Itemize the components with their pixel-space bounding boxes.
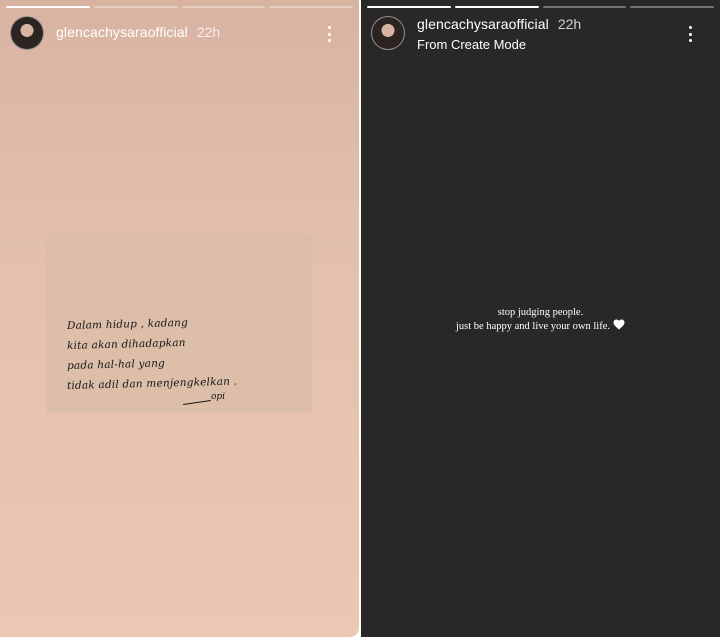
- story-caption: stop judging people. just be happy and l…: [361, 306, 720, 333]
- progress-segment: [6, 6, 90, 8]
- note-line: kita akan dihadapkan: [66, 336, 186, 352]
- white-heart-icon: [613, 319, 625, 330]
- story-meta: glencachysaraofficial 22h: [56, 16, 220, 41]
- note-line: tidak adil dan menjengkelkan .: [66, 375, 238, 392]
- username[interactable]: glencachysaraofficial: [56, 24, 188, 41]
- progress-segment: [181, 6, 266, 8]
- progress-segment: [269, 6, 353, 8]
- note-line: Dalam hidup , kadang: [66, 316, 189, 332]
- progress-segment: [93, 6, 178, 8]
- signature-stroke: [183, 400, 211, 405]
- story-panel-left[interactable]: glencachysaraofficial 22h Dalam hidup , …: [0, 0, 359, 637]
- timestamp: 22h: [196, 24, 221, 40]
- note-line: pada hal-hal yang: [66, 357, 166, 372]
- story-progress-bar: [6, 6, 353, 8]
- story-meta: glencachysaraofficial 22h From Create Mo…: [417, 16, 581, 53]
- progress-segment: [367, 6, 451, 8]
- caption-line: just be happy and live your own life.: [456, 321, 610, 332]
- more-options-icon[interactable]: [323, 26, 335, 42]
- progress-segment: [454, 6, 539, 8]
- more-options-icon[interactable]: [684, 26, 696, 42]
- note-signature: opi: [211, 392, 226, 402]
- username[interactable]: glencachysaraofficial: [417, 16, 549, 33]
- story-panel-right[interactable]: glencachysaraofficial 22h From Create Mo…: [361, 0, 720, 637]
- caption-line-with-heart: just be happy and live your own life.: [361, 319, 720, 333]
- story-header: glencachysaraofficial 22h: [10, 16, 349, 50]
- progress-segment: [630, 6, 714, 8]
- create-mode-label[interactable]: From Create Mode: [417, 36, 581, 53]
- avatar[interactable]: [10, 16, 44, 50]
- handwritten-note-photo: Dalam hidup , kadang kita akan dihadapka…: [47, 236, 311, 412]
- caption-line: stop judging people.: [497, 307, 584, 318]
- progress-segment: [542, 6, 627, 8]
- avatar[interactable]: [371, 16, 405, 50]
- story-header: glencachysaraofficial 22h From Create Mo…: [371, 16, 710, 53]
- story-progress-bar: [367, 6, 714, 8]
- timestamp: 22h: [557, 16, 582, 32]
